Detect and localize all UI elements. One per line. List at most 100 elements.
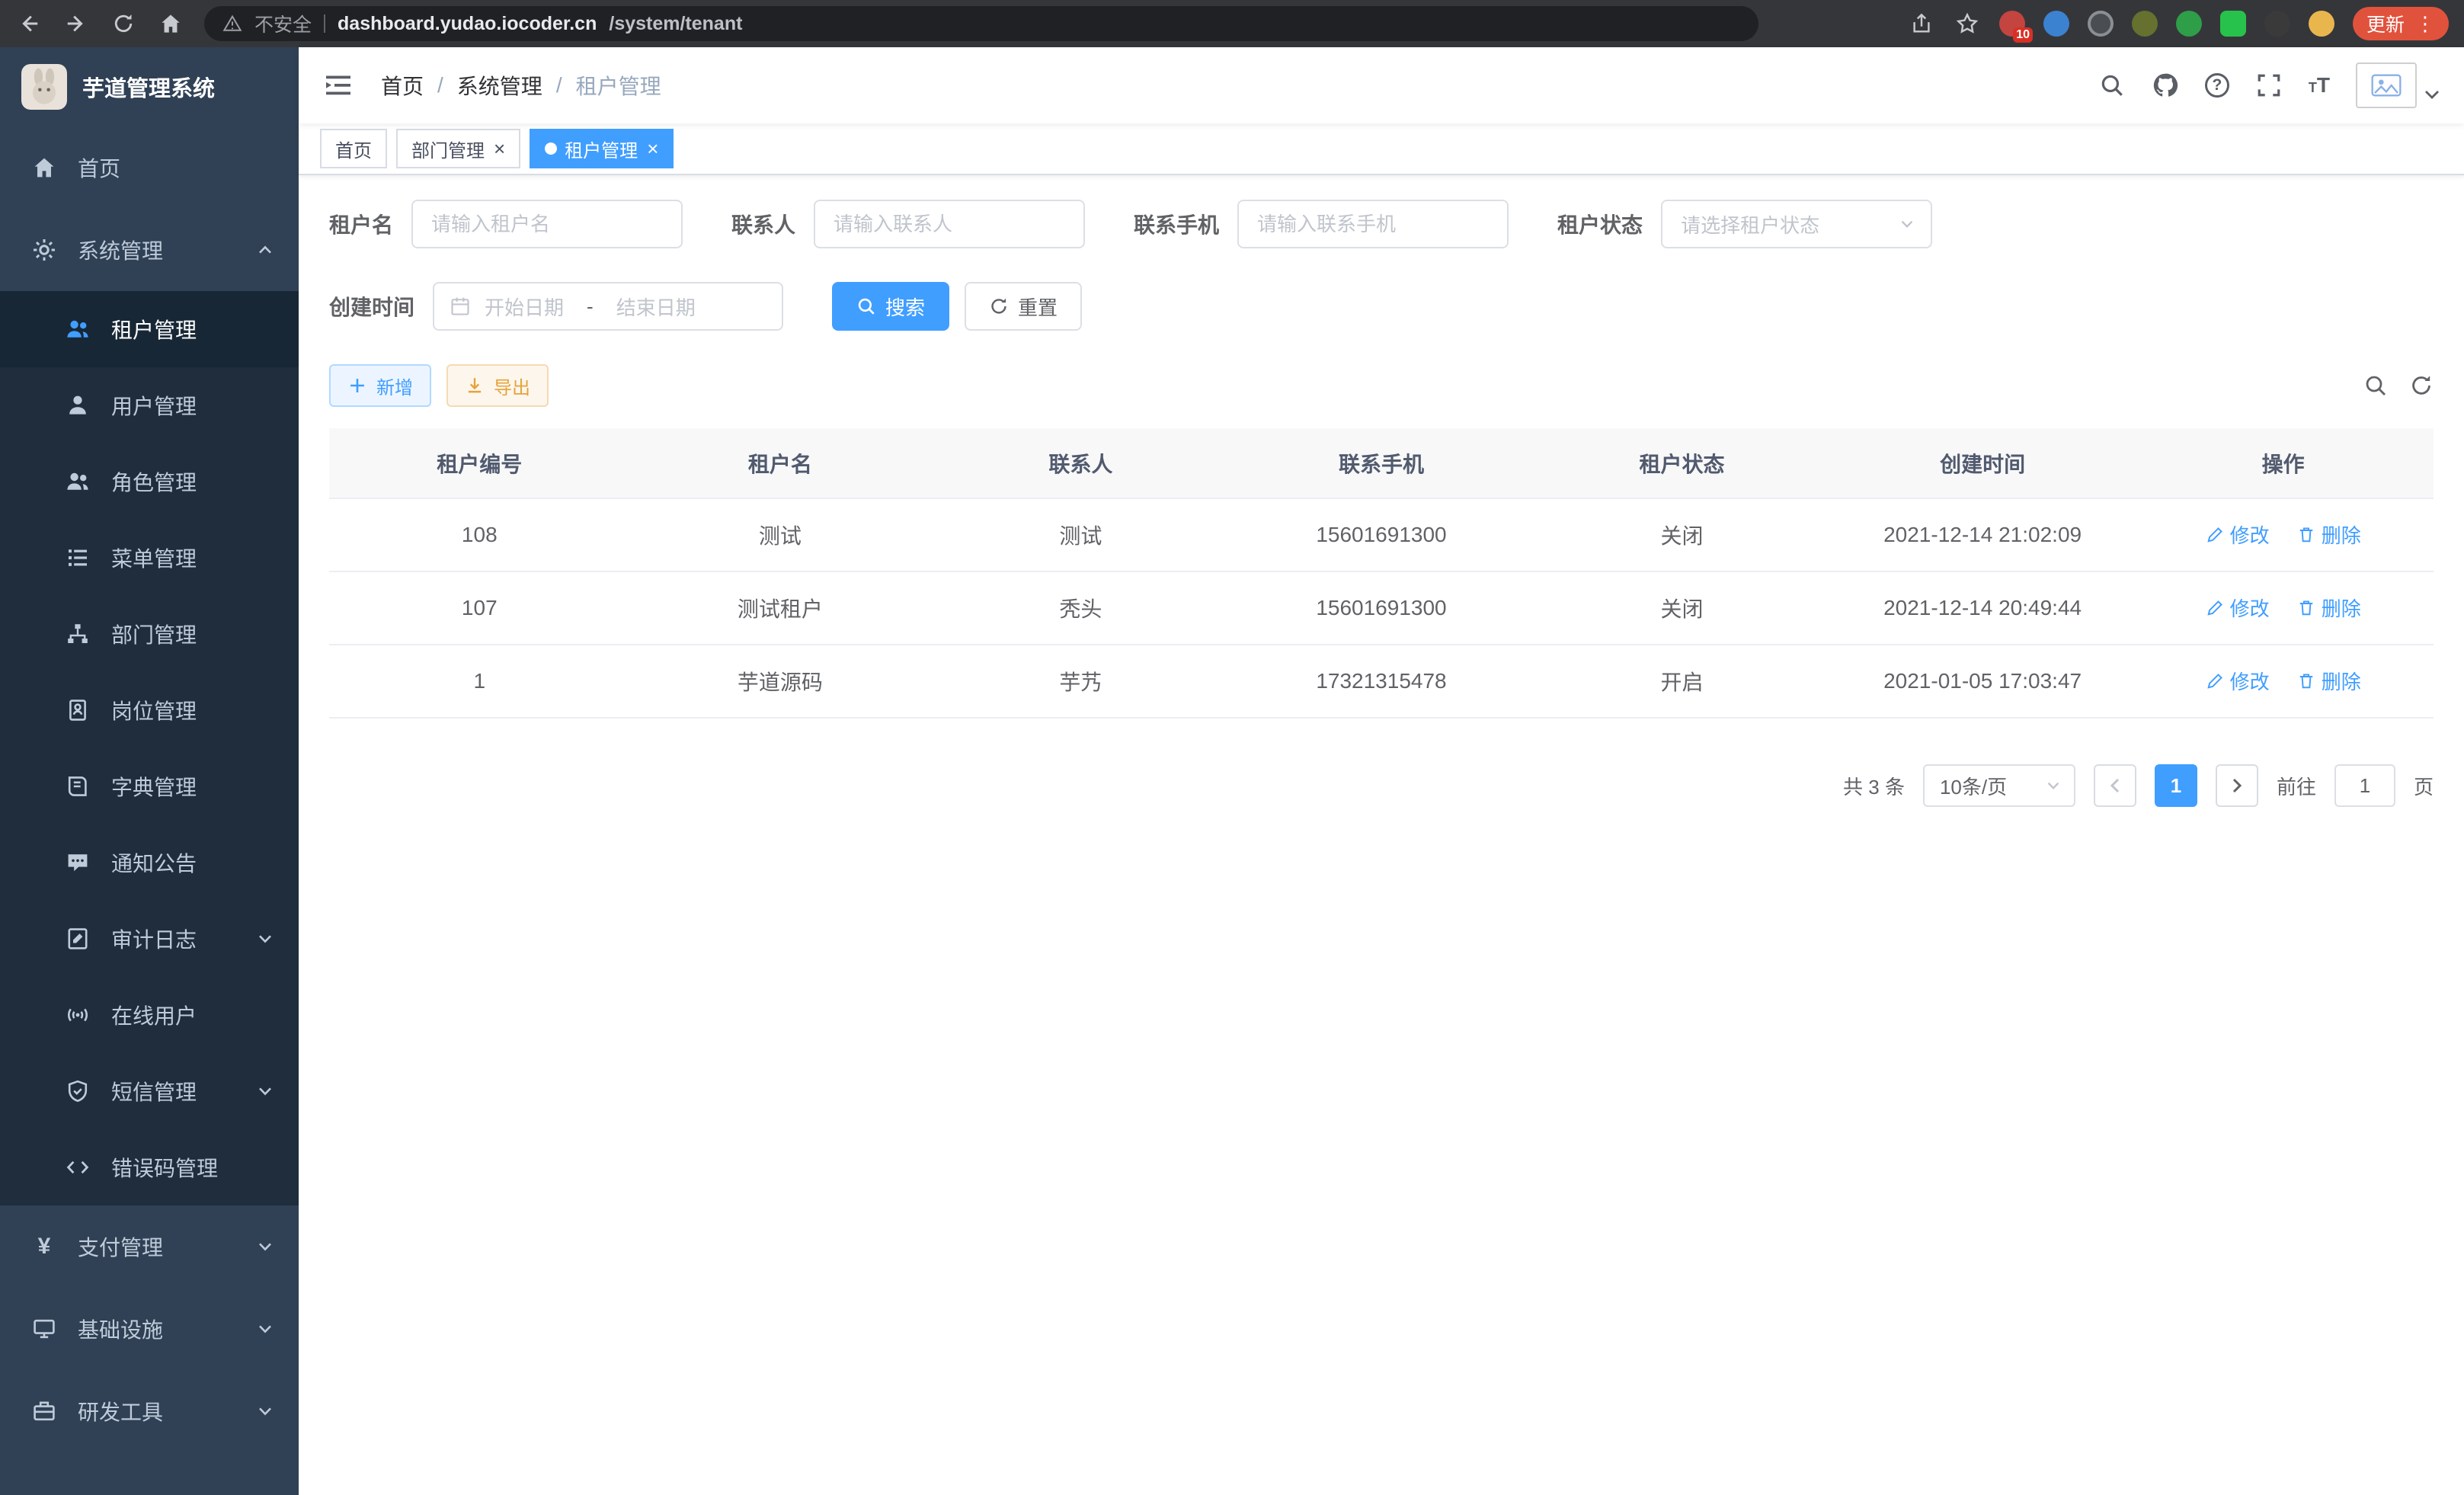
extension-icon-6[interactable] (2220, 11, 2246, 37)
browser-update-button[interactable]: 更新 ⋮ (2353, 7, 2449, 40)
fullscreen-icon[interactable] (2255, 72, 2283, 99)
next-page-button[interactable] (2216, 764, 2258, 807)
sidebar-item-label: 研发工具 (78, 1396, 163, 1426)
app-title: 芋道管理系统 (82, 71, 215, 103)
extensions-puzzle-icon[interactable] (2264, 11, 2290, 37)
help-icon[interactable]: ? (2205, 73, 2229, 98)
filter-label: 租户状态 (1557, 209, 1643, 239)
sidebar-item-label: 系统管理 (78, 235, 163, 265)
cell-actions: 修改 删除 (2133, 645, 2434, 718)
contact-input[interactable] (814, 200, 1085, 248)
sidebar-item-error-code[interactable]: 错误码管理 (0, 1129, 299, 1205)
sidebar-item-audit-log[interactable]: 审计日志 (0, 901, 299, 977)
sidebar-item-online-users[interactable]: 在线用户 (0, 977, 299, 1053)
tab-home[interactable]: 首页 (320, 129, 387, 168)
sidebar-item-label: 用户管理 (111, 390, 197, 421)
sidebar-item-label: 租户管理 (111, 314, 197, 344)
chevron-up-icon (256, 241, 274, 259)
sidebar-item-payment[interactable]: ¥ 支付管理 (0, 1205, 299, 1288)
tenant-name-input[interactable] (411, 200, 683, 248)
search-icon[interactable] (2098, 72, 2126, 99)
extension-icon-2[interactable] (2043, 11, 2069, 37)
export-button[interactable]: 导出 (446, 364, 549, 407)
address-divider (324, 14, 325, 33)
col-header-contact: 联系人 (930, 428, 1231, 498)
sidebar-item-post-management[interactable]: 岗位管理 (0, 672, 299, 748)
address-bar[interactable]: 不安全 dashboard.yudao.iocoder.cn/system/te… (204, 6, 1758, 41)
delete-link[interactable]: 删除 (2297, 520, 2361, 549)
extension-icon-3[interactable] (2088, 11, 2114, 37)
edit-doc-icon (64, 925, 91, 952)
goto-label: 前往 (2277, 772, 2316, 800)
cell-tenant-name: 测试 (630, 498, 931, 571)
cell-tenant-name: 芋道源码 (630, 645, 931, 718)
extension-icon-1[interactable]: 10 (1999, 11, 2025, 37)
forward-icon[interactable] (62, 10, 90, 37)
sidebar-item-sms-management[interactable]: 短信管理 (0, 1053, 299, 1129)
sidebar-item-user-management[interactable]: 用户管理 (0, 367, 299, 443)
sidebar-toggle-icon[interactable] (323, 70, 354, 101)
sidebar-item-dict-management[interactable]: 字典管理 (0, 748, 299, 824)
cell-contact: 秃头 (930, 571, 1231, 645)
bookmark-star-icon[interactable] (1954, 10, 1981, 37)
tab-dept-management[interactable]: 部门管理 × (396, 129, 520, 168)
prev-page-button[interactable] (2094, 764, 2136, 807)
delete-link[interactable]: 删除 (2297, 667, 2361, 695)
close-icon[interactable]: × (494, 139, 505, 158)
extension-badge: 10 (2013, 27, 2033, 43)
tab-label: 部门管理 (411, 136, 485, 162)
sidebar-item-system-management[interactable]: 系统管理 (0, 209, 299, 291)
font-size-icon[interactable]: TT (2309, 75, 2330, 96)
tab-tenant-management[interactable]: 租户管理 × (530, 129, 674, 168)
mobile-input[interactable] (1237, 200, 1509, 248)
sidebar-item-infrastructure[interactable]: 基础设施 (0, 1288, 299, 1370)
search-button[interactable]: 搜索 (832, 282, 949, 331)
app-logo[interactable]: 芋道管理系统 (0, 47, 299, 126)
col-header-mobile: 联系手机 (1231, 428, 1532, 498)
user-avatar[interactable] (2356, 62, 2440, 108)
table-refresh-icon[interactable] (2409, 373, 2434, 398)
share-icon[interactable] (1908, 10, 1935, 37)
edit-link[interactable]: 修改 (2206, 594, 2270, 622)
kebab-menu-icon: ⋮ (2415, 12, 2435, 36)
sidebar-item-dept-management[interactable]: 部门管理 (0, 596, 299, 672)
edit-link[interactable]: 修改 (2206, 667, 2270, 695)
date-range-picker[interactable]: 开始日期 - 结束日期 (433, 282, 783, 331)
breadcrumb-home[interactable]: 首页 (381, 70, 424, 101)
profile-avatar-icon[interactable] (2309, 11, 2334, 37)
badge-icon (64, 696, 91, 724)
tab-label: 首页 (335, 136, 372, 162)
sidebar-item-notice[interactable]: 通知公告 (0, 824, 299, 901)
extension-icon-4[interactable] (2132, 11, 2158, 37)
sidebar-item-home[interactable]: 首页 (0, 126, 299, 209)
edit-link[interactable]: 修改 (2206, 520, 2270, 549)
total-count: 共 3 条 (1843, 772, 1905, 800)
sidebar-item-label: 基础设施 (78, 1314, 163, 1344)
table-search-icon[interactable] (2363, 373, 2388, 398)
breadcrumb-system[interactable]: 系统管理 (457, 70, 542, 101)
add-button[interactable]: 新增 (329, 364, 431, 407)
code-icon (64, 1154, 91, 1181)
sidebar-item-dev-tools[interactable]: 研发工具 (0, 1370, 299, 1452)
sidebar-item-menu-management[interactable]: 菜单管理 (0, 520, 299, 596)
sidebar-item-tenant-management[interactable]: 租户管理 (0, 291, 299, 367)
edit-label: 修改 (2230, 520, 2270, 549)
page-size-select[interactable]: 10条/页 (1923, 764, 2075, 807)
delete-link[interactable]: 删除 (2297, 594, 2361, 622)
reset-button[interactable]: 重置 (965, 282, 1082, 331)
status-select[interactable]: 请选择租户状态 (1661, 200, 1932, 248)
extension-icon-5[interactable] (2176, 11, 2202, 37)
delete-label: 删除 (2322, 667, 2361, 695)
github-icon[interactable] (2152, 72, 2179, 99)
back-icon[interactable] (15, 10, 43, 37)
close-icon[interactable]: × (647, 139, 658, 158)
select-placeholder: 请选择租户状态 (1681, 210, 1819, 238)
current-page[interactable]: 1 (2155, 764, 2197, 807)
reload-icon[interactable] (110, 10, 137, 37)
calendar-icon (450, 296, 471, 317)
goto-page-input[interactable] (2334, 764, 2395, 807)
home-icon[interactable] (157, 10, 184, 37)
sidebar-item-role-management[interactable]: 角色管理 (0, 443, 299, 520)
sidebar-item-label: 角色管理 (111, 466, 197, 497)
avatar-image (2356, 62, 2417, 108)
